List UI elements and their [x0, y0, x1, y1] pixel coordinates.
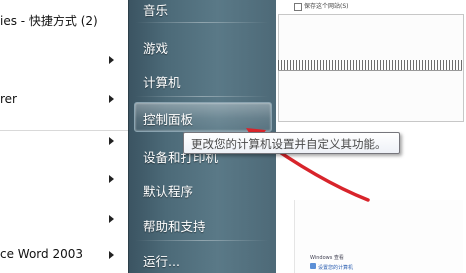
list-divider	[0, 130, 128, 131]
lower-panel-title: Windows 查看	[310, 255, 344, 261]
submenu-arrow-icon[interactable]	[109, 215, 114, 223]
window-toolbar: 保存这个网站(S)	[280, 0, 462, 14]
lower-panel-link[interactable]: 设置您的计算机	[318, 264, 353, 271]
menu-divider	[135, 22, 269, 23]
menu-item-computer[interactable]: 计算机	[143, 72, 181, 91]
submenu-arrow-icon[interactable]	[109, 137, 114, 145]
submenu-arrow-icon[interactable]	[109, 251, 114, 259]
save-site-checkbox[interactable]	[294, 3, 302, 11]
notebook-spiral-line	[278, 70, 462, 71]
submenu-arrow-icon[interactable]	[109, 175, 114, 183]
menu-item-music[interactable]: 音乐	[143, 0, 168, 19]
menu-item-default-programs[interactable]: 默认程序	[143, 181, 193, 200]
all-programs-list: ies - 快捷方式 (2) rer ce Word 2003	[0, 0, 128, 273]
menu-divider	[135, 96, 269, 97]
submenu-arrow-icon[interactable]	[109, 95, 114, 103]
lower-panel	[294, 200, 463, 273]
program-item-explorer[interactable]: rer	[0, 92, 17, 106]
notebook-spiral	[278, 60, 462, 70]
menu-item-help-support[interactable]: 帮助和支持	[143, 216, 206, 235]
program-item-shortcut[interactable]: ies - 快捷方式 (2)	[0, 12, 98, 29]
submenu-arrow-icon[interactable]	[109, 56, 114, 64]
screenshot-stage: ies - 快捷方式 (2) rer ce Word 2003 音乐 游戏 计算…	[0, 0, 466, 273]
menu-divider	[135, 240, 269, 241]
menu-item-games[interactable]: 游戏	[143, 38, 168, 57]
program-item-word-2003[interactable]: ce Word 2003	[0, 247, 83, 261]
menu-item-control-panel[interactable]: 控制面板	[143, 109, 193, 128]
save-site-checkbox-label: 保存这个网站(S)	[304, 3, 349, 10]
settings-icon	[310, 263, 316, 269]
control-panel-tooltip: 更改您的计算机设置并自定义其功能。	[183, 132, 400, 154]
menu-item-run[interactable]: 运行...	[143, 251, 180, 270]
